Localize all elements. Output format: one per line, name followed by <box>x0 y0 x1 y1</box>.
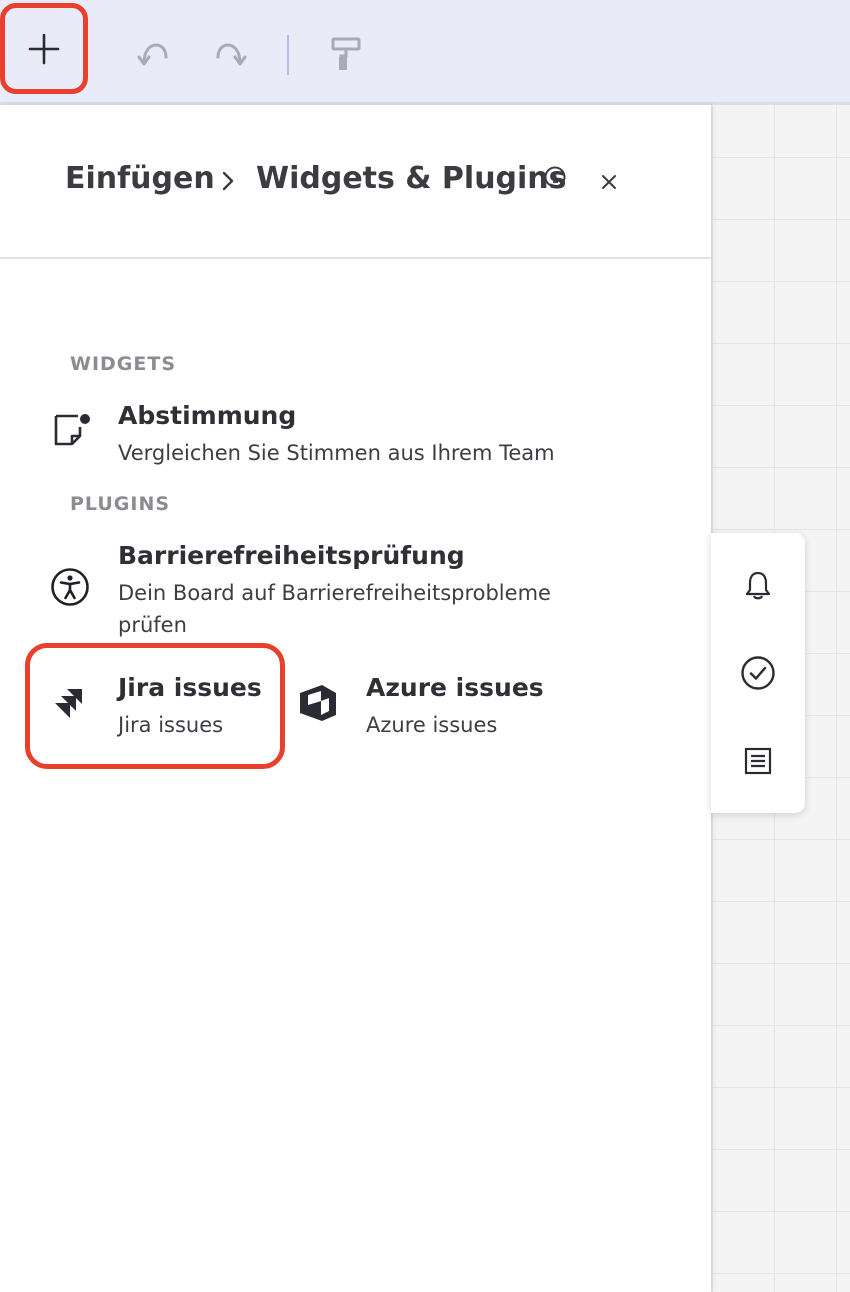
accessibility-icon <box>51 568 89 606</box>
close-button[interactable] <box>594 167 624 197</box>
paint-roller-icon <box>331 37 361 70</box>
format-button[interactable] <box>322 30 370 78</box>
info-icon[interactable] <box>543 165 567 189</box>
toolbar-divider <box>287 35 289 75</box>
check-circle-icon <box>741 656 775 690</box>
redo-button[interactable] <box>206 32 254 76</box>
undo-button[interactable] <box>130 32 178 76</box>
item-description: Vergleichen Sie Stimmen aus Ihrem Team <box>118 441 555 465</box>
add-button[interactable] <box>0 3 88 94</box>
item-title: Abstimmung <box>118 401 297 430</box>
notes-button[interactable] <box>738 741 778 781</box>
breadcrumb-root[interactable]: Einfügen <box>65 161 215 196</box>
breadcrumb-current: Widgets & Plugins <box>256 161 567 196</box>
section-title-plugins: PLUGINS <box>70 493 171 515</box>
redo-icon <box>216 43 247 66</box>
panel-header: Einfügen Widgets & Plugins <box>0 105 711 259</box>
insert-panel: Einfügen Widgets & Plugins WIDGETS Absti… <box>0 105 711 1292</box>
jira-highlight-box <box>25 643 285 769</box>
azure-devops-icon <box>300 685 336 721</box>
chevron-right-icon <box>222 171 234 191</box>
item-description: Azure issues <box>366 713 498 737</box>
tasks-button[interactable] <box>738 653 778 693</box>
plus-icon <box>28 33 60 64</box>
item-title: Barrierefreiheitsprüfung <box>118 541 465 570</box>
plugin-item-accessibility[interactable]: Barrierefreiheitsprüfung Dein Board auf … <box>50 537 650 639</box>
item-description: Dein Board auf Barrierefreiheitsprobleme… <box>118 581 551 637</box>
section-title-widgets: WIDGETS <box>70 353 177 375</box>
plugin-item-azure[interactable]: Azure issues Azure issues <box>296 669 596 741</box>
list-icon <box>744 747 772 775</box>
bell-icon <box>745 571 771 600</box>
top-toolbar <box>0 0 850 105</box>
undo-icon <box>137 43 168 66</box>
side-rail <box>711 533 805 813</box>
widget-item-abstimmung[interactable]: Abstimmung Vergleichen Sie Stimmen aus I… <box>50 397 650 467</box>
item-title: Azure issues <box>366 673 544 702</box>
notifications-button[interactable] <box>738 565 778 605</box>
close-icon <box>602 175 616 189</box>
sticky-note-vote-icon <box>54 414 90 446</box>
